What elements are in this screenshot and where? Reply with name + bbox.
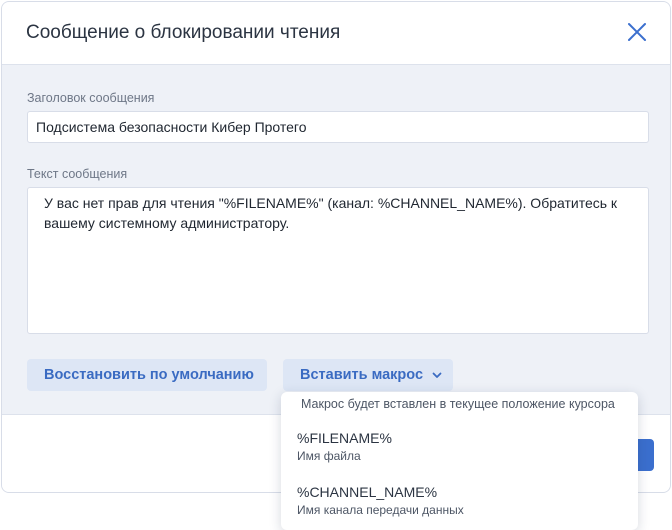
macro-item-description: Имя канала передачи данных <box>297 503 464 517</box>
close-button[interactable] <box>622 17 652 47</box>
restore-default-button[interactable]: Восстановить по умолчанию <box>27 359 267 391</box>
message-text-label: Текст сообщения <box>27 167 128 181</box>
macro-item-description: Имя файла <box>297 449 361 463</box>
subject-input[interactable] <box>27 111 649 143</box>
dialog-title: Сообщение о блокировании чтения <box>26 22 341 43</box>
close-icon <box>628 23 646 41</box>
macro-item-channel-name[interactable]: %CHANNEL_NAME% Имя канала передачи данны… <box>281 484 638 530</box>
macro-item-name: %FILENAME% <box>297 430 392 446</box>
insert-macro-label: Вставить макрос <box>300 367 424 383</box>
macro-item-name: %CHANNEL_NAME% <box>297 484 438 500</box>
macro-item-filename[interactable]: %FILENAME% Имя файла <box>281 430 638 476</box>
macro-dropdown-hint: Макрос будет вставлен в текущее положени… <box>301 397 615 411</box>
restore-default-label: Восстановить по умолчанию <box>44 367 254 383</box>
insert-macro-button[interactable]: Вставить макрос <box>283 359 453 391</box>
chevron-down-icon <box>432 372 442 378</box>
macro-dropdown: Макрос будет вставлен в текущее положени… <box>281 392 638 530</box>
message-textarea[interactable]: У вас нет прав для чтения "%FILENAME%" (… <box>27 187 649 334</box>
subject-label: Заголовок сообщения <box>27 91 155 105</box>
dialog-header: Сообщение о блокировании чтения <box>2 2 670 65</box>
